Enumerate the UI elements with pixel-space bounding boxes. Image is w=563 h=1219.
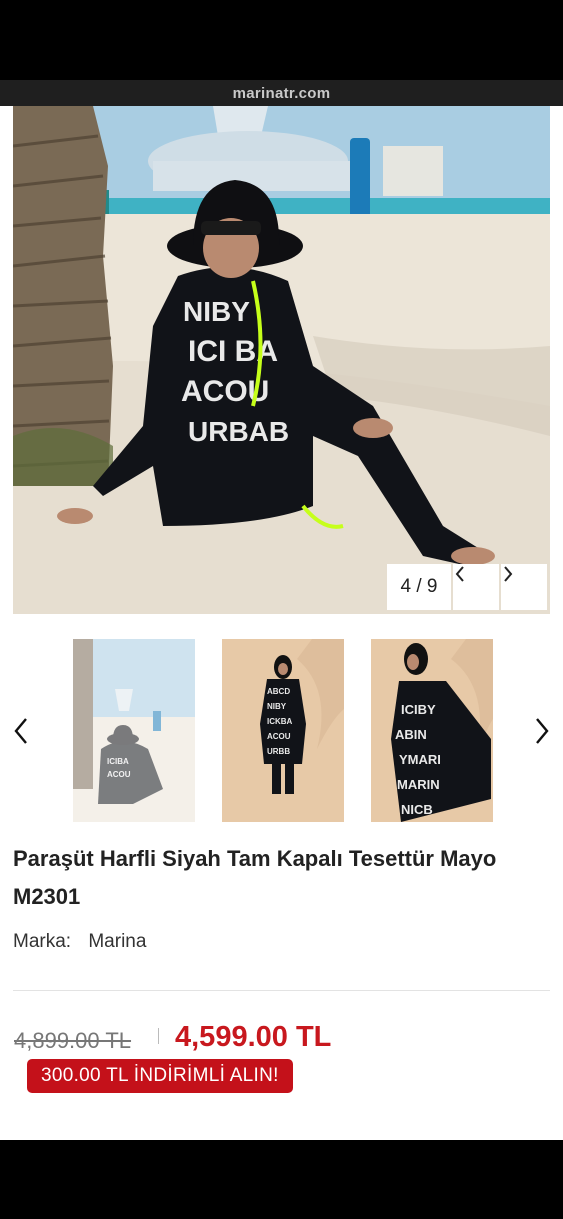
svg-text:NIBY: NIBY [183, 296, 250, 327]
thumbnail-3[interactable]: ICIBY ABIN YMARI MARIN NICB [371, 639, 493, 822]
svg-text:NICB: NICB [401, 802, 433, 817]
discount-badge-text: 300.00 TL İNDİRİMLİ ALIN! [41, 1065, 279, 1086]
product-main-image[interactable]: NIBY ICI BA ACOU URBAB 4 / 9 [13, 106, 550, 614]
product-page: NIBY ICI BA ACOU URBAB 4 / 9 ICIBA ACOU … [0, 106, 563, 1140]
product-title: Paraşüt Harfli Siyah Tam Kapalı Tesettür… [13, 846, 497, 909]
svg-text:ABCD: ABCD [267, 687, 290, 696]
old-price: 4,899.00 TL [14, 1028, 132, 1053]
brand-value[interactable]: Marina [88, 931, 146, 952]
price-separator [158, 1028, 159, 1044]
thumbnail-2[interactable]: ABCD NIBY ICKBA ACOU URBB [222, 639, 344, 822]
thumbnail-studio-front-image: ABCD NIBY ICKBA ACOU URBB [222, 639, 344, 822]
svg-text:ACOU: ACOU [107, 770, 131, 779]
hero-next-button[interactable] [501, 564, 547, 610]
svg-text:NIBY: NIBY [267, 702, 287, 711]
thumbnail-prev-button[interactable] [6, 711, 36, 751]
image-counter: 4 / 9 [387, 564, 451, 610]
current-price: 4,599.00 TL [175, 1021, 332, 1053]
beach-photo: NIBY ICI BA ACOU URBAB [13, 106, 550, 614]
url-text: marinatr.com [232, 84, 331, 102]
divider [13, 990, 550, 991]
svg-text:ABIN: ABIN [395, 727, 427, 742]
svg-text:URBAB: URBAB [188, 416, 289, 447]
svg-text:MARIN: MARIN [397, 777, 440, 792]
thumbnail-beach-image: ICIBA ACOU [73, 639, 195, 822]
thumbnail-studio-side-image: ICIBY ABIN YMARI MARIN NICB [371, 639, 493, 822]
svg-text:ICKBA: ICKBA [267, 717, 293, 726]
brand-row: Marka: Marina [13, 931, 146, 953]
svg-text:ICIBY: ICIBY [401, 702, 436, 717]
status-bar-area [0, 0, 563, 80]
bottom-bar-area [0, 1140, 563, 1219]
chevron-right-icon [504, 566, 513, 582]
thumbnail-next-button[interactable] [527, 711, 557, 751]
thumbnail-strip: ICIBA ACOU ABCD NIBY ICKBA ACOU URBB ICI… [0, 639, 563, 823]
browser-url-bar[interactable]: marinatr.com [0, 80, 563, 106]
chevron-left-icon [14, 718, 27, 744]
svg-text:URBB: URBB [267, 747, 290, 756]
svg-text:YMARI: YMARI [399, 752, 441, 767]
chevron-right-icon [536, 718, 549, 744]
hero-prev-button[interactable] [453, 564, 499, 610]
chevron-left-icon [455, 566, 464, 582]
svg-text:ICIBA: ICIBA [107, 757, 129, 766]
thumbnail-1[interactable]: ICIBA ACOU [73, 639, 195, 822]
discount-badge: 300.00 TL İNDİRİMLİ ALIN! [27, 1059, 293, 1093]
brand-label: Marka: [13, 931, 72, 952]
svg-text:ICI BA: ICI BA [188, 335, 278, 368]
svg-text:ACOU: ACOU [267, 732, 291, 741]
